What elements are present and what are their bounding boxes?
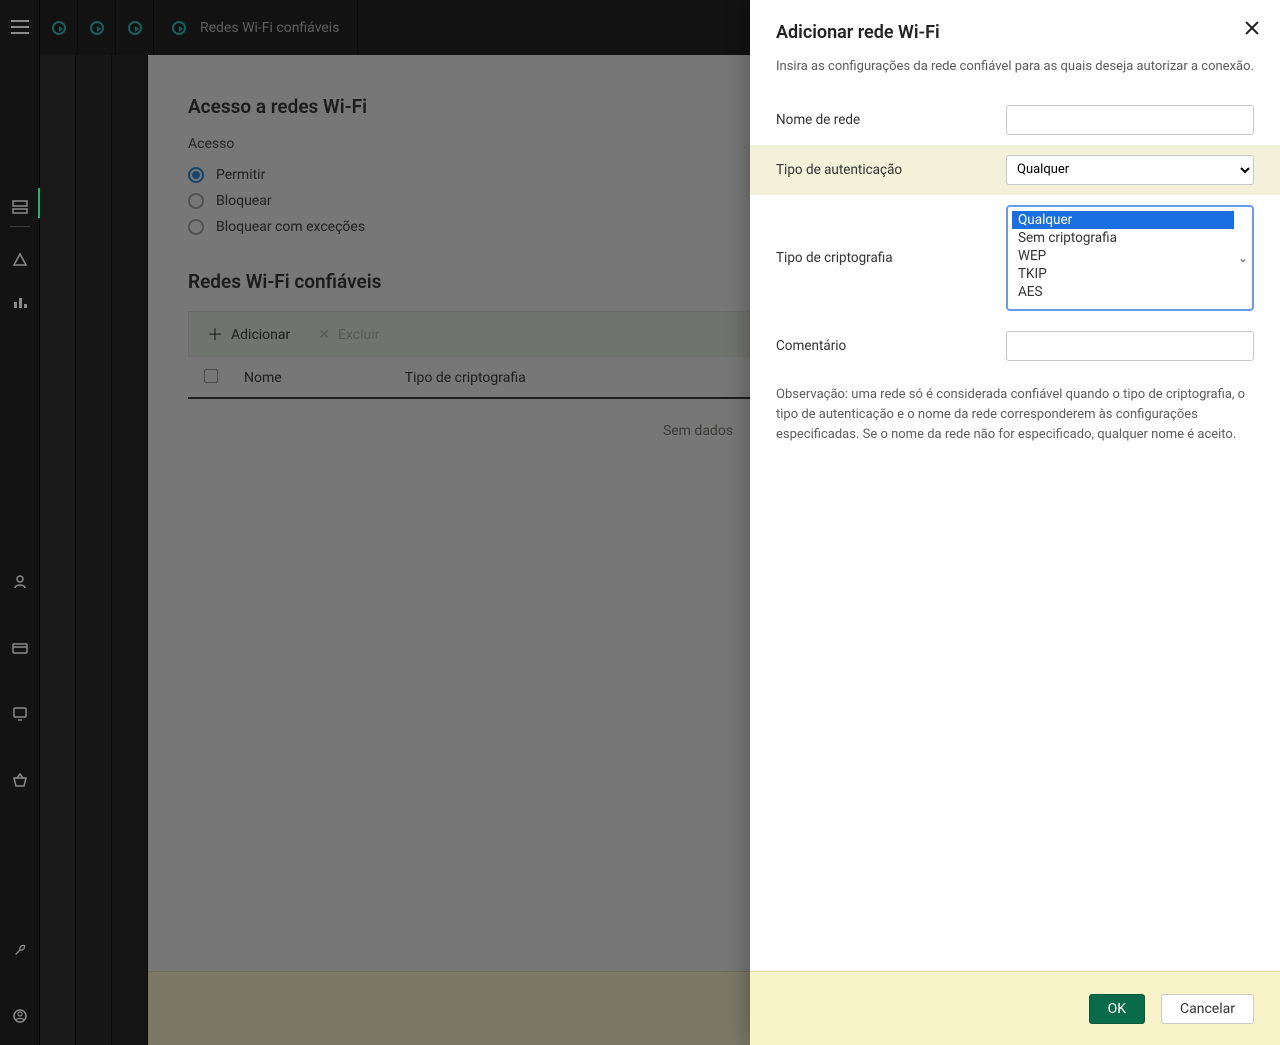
sub-rail-1 bbox=[40, 55, 76, 1045]
left-nav-rail bbox=[0, 0, 40, 1045]
panel-footer: OK Cancelar bbox=[750, 971, 1280, 1045]
comment-label: Comentário bbox=[776, 338, 996, 354]
rail-icon-monitor[interactable] bbox=[11, 705, 29, 723]
rail-icon-alert[interactable] bbox=[11, 251, 29, 269]
row-comment: Comentário bbox=[750, 321, 1280, 371]
close-icon bbox=[1245, 21, 1259, 35]
network-name-input[interactable] bbox=[1006, 105, 1254, 135]
delete-button-label: Excluir bbox=[338, 327, 379, 343]
col-checkbox[interactable] bbox=[188, 357, 234, 398]
sub-rail-3 bbox=[112, 55, 148, 1045]
row-auth-type: Tipo de autenticação Qualquer bbox=[750, 145, 1280, 195]
radio-label: Permitir bbox=[216, 167, 265, 183]
encryption-option[interactable]: TKIP bbox=[1012, 265, 1234, 283]
close-panel-button[interactable] bbox=[1242, 18, 1262, 38]
plus-icon: ＋ bbox=[207, 327, 223, 343]
rail-icon-wrench[interactable] bbox=[11, 941, 29, 959]
encryption-option[interactable]: Sem criptografia bbox=[1012, 229, 1234, 247]
delete-button[interactable]: ✕ Excluir bbox=[318, 327, 379, 343]
rail-icon-users[interactable] bbox=[11, 573, 29, 591]
top-tab-label: Redes Wi-Fi confiáveis bbox=[200, 20, 339, 36]
cancel-button[interactable]: Cancelar bbox=[1161, 994, 1254, 1024]
rail-icon-basket[interactable] bbox=[11, 771, 29, 789]
top-tab-2[interactable] bbox=[78, 0, 116, 55]
add-button-label: Adicionar bbox=[231, 327, 290, 343]
panel-description: Insira as configurações da rede confiáve… bbox=[750, 43, 1280, 95]
radio-icon bbox=[188, 167, 204, 183]
auth-type-select[interactable]: Qualquer bbox=[1006, 155, 1254, 185]
top-tab-3[interactable] bbox=[116, 0, 154, 55]
play-circle-icon bbox=[172, 21, 186, 35]
top-tab-1[interactable] bbox=[40, 0, 78, 55]
comment-input[interactable] bbox=[1006, 331, 1254, 361]
ok-button[interactable]: OK bbox=[1089, 994, 1145, 1024]
play-circle-icon bbox=[52, 21, 66, 35]
encryption-option[interactable]: AES bbox=[1012, 283, 1234, 301]
radio-icon bbox=[188, 219, 204, 235]
panel-title: Adicionar rede Wi-Fi bbox=[776, 22, 1254, 43]
play-circle-icon bbox=[90, 21, 104, 35]
rail-icon-stats[interactable] bbox=[11, 293, 29, 311]
row-network-name: Nome de rede bbox=[750, 95, 1280, 145]
add-button[interactable]: ＋ Adicionar bbox=[207, 327, 290, 343]
radio-label: Bloquear bbox=[216, 193, 272, 209]
radio-label: Bloquear com exceções bbox=[216, 219, 365, 235]
menu-icon[interactable] bbox=[11, 20, 29, 34]
col-name[interactable]: Nome bbox=[234, 357, 395, 398]
encryption-type-listbox[interactable]: QualquerSem criptografiaWEPTKIPAES bbox=[1006, 205, 1254, 311]
encryption-option[interactable]: WEP bbox=[1012, 247, 1234, 265]
row-encryption-type: Tipo de criptografia QualquerSem criptog… bbox=[750, 195, 1280, 321]
close-icon: ✕ bbox=[318, 327, 330, 343]
encryption-type-label: Tipo de criptografia bbox=[776, 250, 996, 266]
panel-note: Observação: uma rede só é considerada co… bbox=[750, 371, 1280, 459]
rail-icon-dashboard[interactable] bbox=[11, 198, 29, 216]
encryption-option[interactable]: Qualquer bbox=[1012, 211, 1234, 229]
col-encryption[interactable]: Tipo de criptografia bbox=[395, 357, 788, 398]
rail-icon-card[interactable] bbox=[11, 639, 29, 657]
auth-type-label: Tipo de autenticação bbox=[776, 162, 996, 178]
play-circle-icon bbox=[128, 21, 142, 35]
network-name-label: Nome de rede bbox=[776, 112, 996, 128]
sub-rail-2 bbox=[76, 55, 112, 1045]
checkbox-icon bbox=[204, 369, 218, 383]
top-tab-active[interactable]: Redes Wi-Fi confiáveis bbox=[154, 0, 358, 55]
rail-icon-account[interactable] bbox=[11, 1007, 29, 1025]
add-wifi-panel: Adicionar rede Wi-Fi Insira as configura… bbox=[750, 0, 1280, 1045]
radio-icon bbox=[188, 193, 204, 209]
